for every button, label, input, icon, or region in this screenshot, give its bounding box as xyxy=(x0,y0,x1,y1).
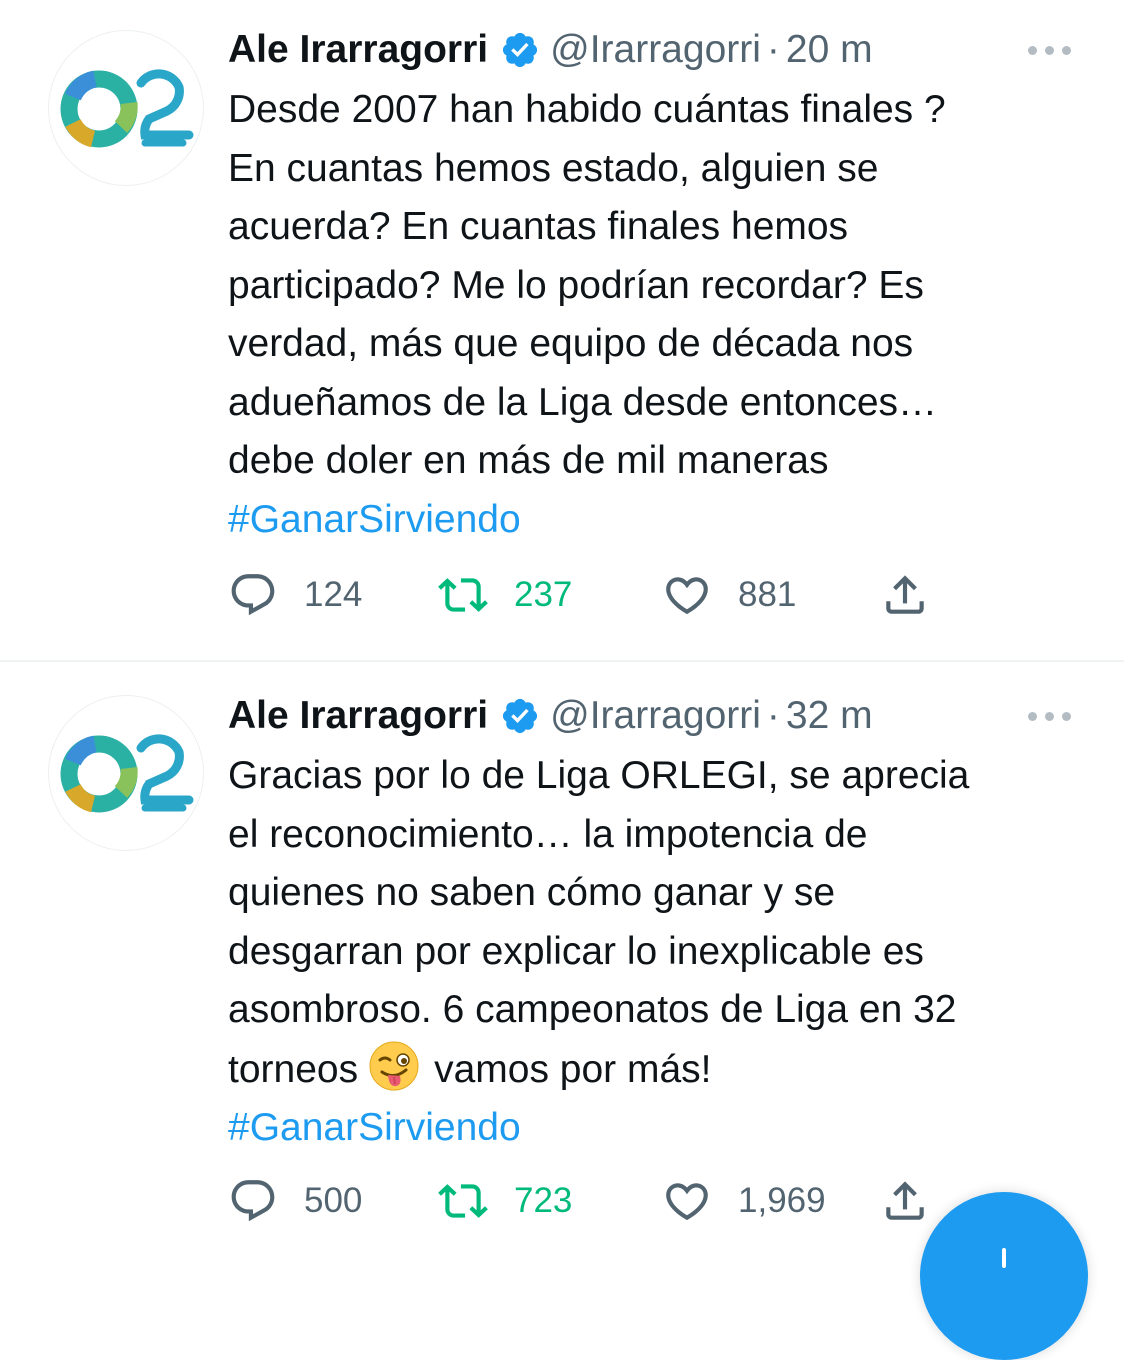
verified-badge-icon xyxy=(500,30,540,70)
hashtag-link[interactable]: #GanarSirviendo xyxy=(228,1099,1098,1158)
compose-tweet-button[interactable] xyxy=(920,1192,1088,1360)
tweet-header: Ale Irarragorri @Irarragorri · 32 m xyxy=(228,692,873,740)
retweet-button[interactable]: 723 xyxy=(438,1171,572,1231)
share-button[interactable] xyxy=(880,1171,930,1231)
avatar[interactable] xyxy=(48,30,204,186)
like-icon xyxy=(666,577,708,615)
text-line: verdad, más que equipo de década nos xyxy=(228,322,914,365)
reply-icon xyxy=(231,1180,275,1222)
like-icon xyxy=(666,1183,708,1221)
handle[interactable]: @Irarragorri xyxy=(550,694,761,738)
compose-icon xyxy=(1002,1248,1006,1268)
reply-button[interactable]: 124 xyxy=(228,565,362,625)
like-count: 1,969 xyxy=(738,1181,826,1220)
tweet[interactable]: Ale Irarragorri @Irarragorri · 32 m Grac… xyxy=(0,662,1124,1266)
avatar-logo-icon xyxy=(49,696,203,850)
retweet-icon xyxy=(438,1184,488,1218)
tweet-header: Ale Irarragorri @Irarragorri · 20 m xyxy=(228,26,873,74)
text-line: acuerda? En cuantas finales hemos xyxy=(228,205,849,248)
share-icon xyxy=(886,575,924,614)
reply-count: 500 xyxy=(304,1181,363,1220)
text-line: desgarran por explicar lo inexplicable e… xyxy=(228,929,924,973)
retweet-count: 237 xyxy=(514,575,573,614)
like-button[interactable]: 881 xyxy=(662,565,796,625)
display-name[interactable]: Ale Irarragorri xyxy=(228,694,488,738)
text-line: participado? Me lo podrían recordar? Es xyxy=(228,263,924,307)
tweet-text: Desde 2007 han habido cuántas finales ? … xyxy=(228,81,1098,549)
reply-button[interactable]: 500 xyxy=(228,1171,362,1231)
reply-count: 124 xyxy=(304,575,363,614)
avatar-logo-icon xyxy=(49,31,203,185)
handle[interactable]: @Irarragorri xyxy=(550,28,761,72)
avatar[interactable] xyxy=(48,695,204,851)
display-name[interactable]: Ale Irarragorri xyxy=(228,28,488,72)
like-count: 881 xyxy=(738,575,797,614)
retweet-count: 723 xyxy=(514,1181,573,1220)
text-fragment: vamos por más! xyxy=(434,1047,712,1091)
text-fragment: torneos xyxy=(228,1047,359,1091)
more-icon[interactable] xyxy=(1028,709,1072,723)
reply-icon xyxy=(231,574,275,616)
text-line: asombroso. 6 campeonatos de Liga en 32 xyxy=(228,988,957,1031)
text-line: el reconocimiento… la impotencia de xyxy=(228,812,868,856)
text-line-with-emoji: torneos vamos por más! xyxy=(228,1040,1098,1100)
share-icon xyxy=(886,1181,924,1220)
winking-face-with-tongue-icon xyxy=(368,1040,420,1092)
text-line: adueñamos de la Liga desde entonces… xyxy=(228,380,938,424)
text-line: Desde 2007 han habido cuántas finales ? xyxy=(228,88,946,131)
like-button[interactable]: 1,969 xyxy=(662,1171,826,1231)
text-line: En cuantas hemos estado, alguien se xyxy=(228,146,879,190)
more-icon[interactable] xyxy=(1028,43,1072,57)
share-button[interactable] xyxy=(880,565,930,625)
text-line: debe doler en más de mil maneras xyxy=(228,439,829,482)
tweet-text: Gracias por lo de Liga ORLEGI, se apreci… xyxy=(228,747,1098,1158)
timestamp[interactable]: 32 m xyxy=(786,694,873,738)
tweet[interactable]: Ale Irarragorri @Irarragorri · 20 m Desd… xyxy=(0,0,1124,660)
timestamp[interactable]: 20 m xyxy=(786,28,873,72)
retweet-button[interactable]: 237 xyxy=(438,565,572,625)
text-line: quienes no saben cómo ganar y se xyxy=(228,871,836,914)
retweet-icon xyxy=(438,578,488,612)
hashtag-link[interactable]: #GanarSirviendo xyxy=(228,491,1098,550)
text-line: Gracias por lo de Liga ORLEGI, se apreci… xyxy=(228,754,970,797)
separator: · xyxy=(766,28,780,71)
separator: · xyxy=(766,694,780,737)
verified-badge-icon xyxy=(500,696,540,736)
